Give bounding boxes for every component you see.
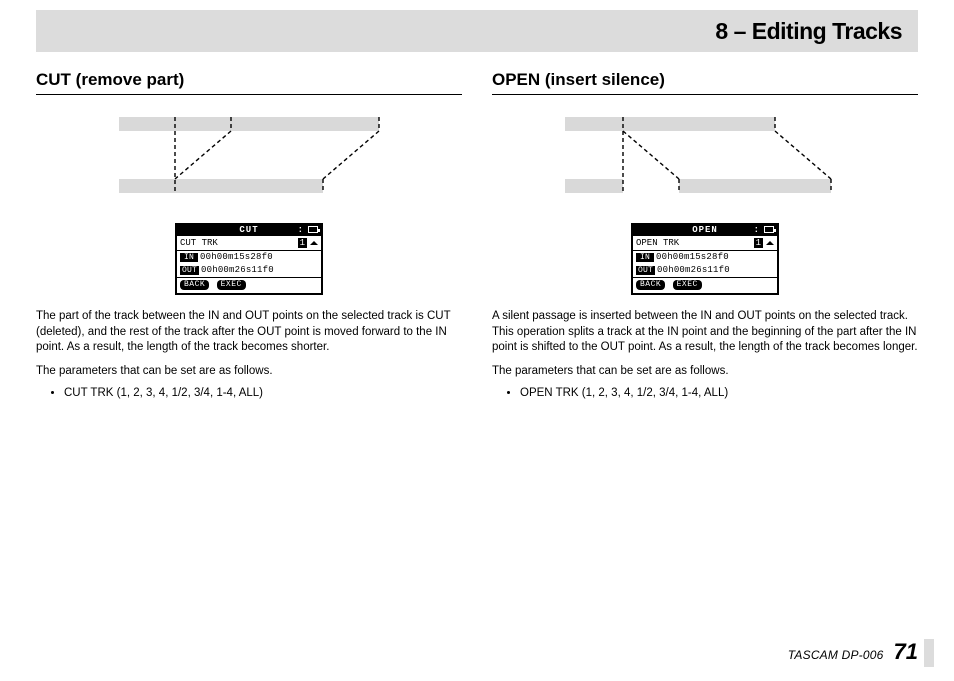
cut-diagram — [36, 113, 462, 209]
back-softkey: BACK — [636, 280, 665, 290]
open-params-intro: The parameters that can be set are as fo… — [492, 364, 918, 380]
cut-trk-value: 1 — [298, 238, 307, 248]
cut-lcd-titlebar: CUT : — [177, 225, 321, 236]
cut-lcd-row-out: OUT00h00m26s11f0 — [177, 264, 321, 277]
manual-page: { "header": { "chapter": "8 – Editing Tr… — [0, 10, 954, 681]
cut-param-item: CUT TRK (1, 2, 3, 4, 1/2, 3/4, 1-4, ALL) — [64, 387, 462, 399]
footer-accent-bar — [924, 639, 934, 667]
cut-lcd-screen: CUT : CUT TRK 1 IN00h00m15s28f0 — [175, 223, 323, 295]
cut-lcd-title-text: CUT — [235, 226, 262, 235]
left-column: CUT (remove part) CUT : — [36, 70, 462, 399]
cut-lcd-footer: BACK EXEC — [177, 277, 321, 293]
exec-softkey: EXEC — [217, 280, 246, 290]
cut-trk-label: CUT TRK — [180, 239, 218, 248]
open-lcd-wrap: OPEN : OPEN TRK 1 IN00h00m15s28f0 — [492, 223, 918, 295]
cut-trk-value-wrap: 1 — [298, 238, 318, 248]
open-lcd-screen: OPEN : OPEN TRK 1 IN00h00m15s28f0 — [631, 223, 779, 295]
section-heading-open: OPEN (insert silence) — [492, 70, 918, 95]
section-heading-cut: CUT (remove part) — [36, 70, 462, 95]
chapter-title: 8 – Editing Tracks — [715, 18, 902, 45]
footer-model: TASCAM DP-006 — [788, 648, 884, 662]
open-lcd-row-in: IN00h00m15s28f0 — [633, 251, 777, 264]
open-lcd-titlebar: OPEN : — [633, 225, 777, 236]
out-value: 00h00m26s11f0 — [657, 265, 730, 275]
cut-params-list: CUT TRK (1, 2, 3, 4, 1/2, 3/4, 1-4, ALL) — [36, 387, 462, 399]
colon-icon: : — [754, 226, 759, 235]
cut-lcd-row-in: IN00h00m15s28f0 — [177, 251, 321, 264]
battery-icon — [308, 226, 318, 233]
out-value: 00h00m26s11f0 — [201, 265, 274, 275]
open-lcd-row-out: OUT00h00m26s11f0 — [633, 264, 777, 277]
open-trk-value-wrap: 1 — [754, 238, 774, 248]
up-triangle-icon — [766, 241, 774, 245]
open-diagram-svg — [492, 113, 918, 209]
cut-lcd-wrap: CUT : CUT TRK 1 IN00h00m15s28f0 — [36, 223, 462, 295]
in-value: 00h00m15s28f0 — [200, 252, 273, 262]
chapter-header-band: 8 – Editing Tracks — [36, 10, 918, 52]
open-trk-value: 1 — [754, 238, 763, 248]
open-description: A silent passage is inserted between the… — [492, 309, 918, 356]
open-params-list: OPEN TRK (1, 2, 3, 4, 1/2, 3/4, 1-4, ALL… — [492, 387, 918, 399]
exec-softkey: EXEC — [673, 280, 702, 290]
footer-page-number: 71 — [894, 639, 918, 665]
cut-lcd-row-trk: CUT TRK 1 — [177, 236, 321, 250]
in-label: IN — [636, 253, 654, 262]
open-diagram — [492, 113, 918, 209]
right-column: OPEN (insert silence) OPEN — [492, 70, 918, 399]
cut-description: The part of the track between the IN and… — [36, 309, 462, 356]
out-label: OUT — [180, 266, 199, 275]
up-triangle-icon — [310, 241, 318, 245]
open-lcd-row-trk: OPEN TRK 1 — [633, 236, 777, 250]
in-label: IN — [180, 253, 198, 262]
page-footer: TASCAM DP-006 71 — [788, 639, 918, 665]
open-lcd-title-text: OPEN — [688, 226, 722, 235]
in-value: 00h00m15s28f0 — [656, 252, 729, 262]
colon-icon: : — [298, 226, 303, 235]
open-lcd-footer: BACK EXEC — [633, 277, 777, 293]
back-softkey: BACK — [180, 280, 209, 290]
cut-params-intro: The parameters that can be set are as fo… — [36, 364, 462, 380]
battery-icon — [764, 226, 774, 233]
two-column-layout: CUT (remove part) CUT : — [0, 52, 954, 399]
out-label: OUT — [636, 266, 655, 275]
cut-diagram-svg — [36, 113, 462, 209]
open-param-item: OPEN TRK (1, 2, 3, 4, 1/2, 3/4, 1-4, ALL… — [520, 387, 918, 399]
open-trk-label: OPEN TRK — [636, 239, 679, 248]
